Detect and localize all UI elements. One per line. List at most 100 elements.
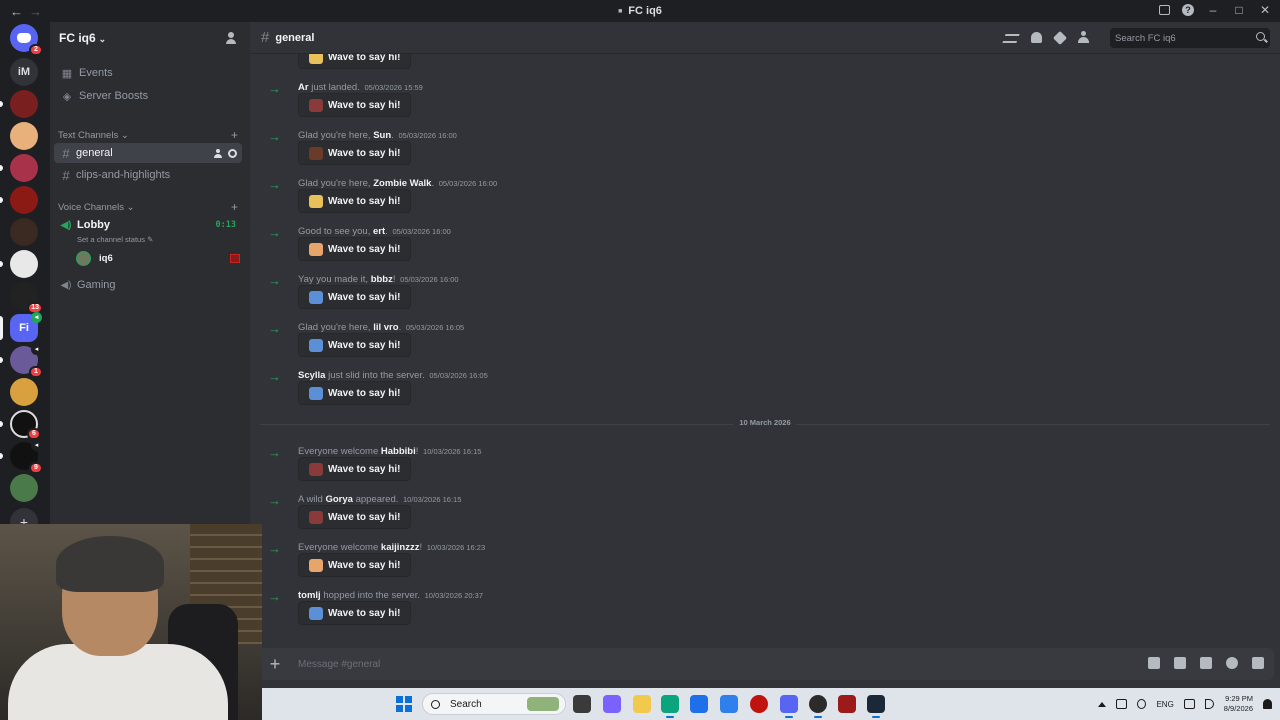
server-boosts-item[interactable]: ◈ Server Boosts (54, 86, 244, 106)
search-input[interactable] (1115, 32, 1250, 44)
server-im[interactable]: iM (10, 58, 38, 86)
gif-icon[interactable] (1174, 657, 1186, 669)
channel-name: Gaming (77, 279, 116, 291)
clock[interactable]: 9:29 PM 8/9/2026 (1224, 694, 1253, 714)
username[interactable]: Habbibi (381, 446, 416, 457)
outlook-icon[interactable] (720, 695, 738, 713)
maximize-icon[interactable]: □ (1232, 3, 1246, 17)
bell-icon[interactable] (1031, 32, 1042, 43)
wave-button[interactable]: Wave to say hi! (298, 285, 412, 309)
wave-button[interactable]: Wave to say hi! (298, 333, 412, 357)
copilot-icon[interactable] (603, 695, 621, 713)
username[interactable]: Ar (298, 82, 309, 93)
create-channel-icon[interactable]: + (231, 200, 238, 214)
tray-app-icon[interactable] (1116, 699, 1128, 709)
help-icon[interactable]: ? (1182, 4, 1194, 16)
notification-bell-icon[interactable] (1263, 699, 1272, 709)
server-icon-9[interactable]: ◂ 1 (10, 344, 43, 378)
invite-icon[interactable] (214, 148, 223, 158)
forward-arrow-icon[interactable]: → (29, 4, 42, 19)
server-fc-iq6[interactable]: Fi ◂ (10, 312, 42, 342)
server-icon-2[interactable] (10, 122, 38, 150)
wave-button[interactable]: Wave to say hi! (298, 553, 412, 577)
wave-button[interactable]: Wave to say hi! (298, 141, 412, 165)
server-icon-10[interactable] (10, 378, 38, 406)
wave-button[interactable]: Wave to say hi! (298, 505, 412, 529)
gift-icon[interactable] (1148, 657, 1160, 669)
server-icon-13[interactable] (10, 474, 38, 502)
threads-icon[interactable] (1002, 33, 1020, 43)
voice-channels-category[interactable]: Voice Channels ⌄ + (58, 200, 242, 214)
events-item[interactable]: ▦ Events (54, 63, 244, 83)
window-controls: ? – □ ✕ (1159, 3, 1272, 17)
direct-messages-button[interactable]: 2 (10, 24, 43, 56)
voice-channel-lobby[interactable]: ◀) Lobby 0:13 (54, 215, 242, 235)
language-indicator[interactable]: ENG (1156, 700, 1173, 709)
plus-icon[interactable]: + (268, 655, 282, 673)
pencil-icon: ✎ (147, 235, 154, 244)
channel-clips[interactable]: # clips-and-highlights (54, 165, 242, 185)
server-icon-5[interactable] (10, 218, 38, 246)
server-icon-7[interactable]: 13 (10, 282, 43, 314)
task-view-icon[interactable] (573, 695, 591, 713)
server-icon-3[interactable] (10, 154, 38, 182)
server-badge: 1 (29, 366, 43, 378)
username[interactable]: Scylla (298, 370, 325, 381)
create-channel-icon[interactable]: + (231, 128, 238, 142)
username[interactable]: kaijinzzz (381, 542, 420, 553)
username[interactable]: Sun (373, 130, 391, 141)
server-icon-4[interactable] (10, 186, 38, 214)
apps-icon[interactable] (1252, 657, 1264, 669)
invite-people-icon[interactable] (226, 31, 240, 45)
wave-button[interactable]: Wave to say hi! (298, 93, 412, 117)
dota-icon[interactable] (838, 695, 856, 713)
minimize-icon[interactable]: – (1206, 3, 1220, 17)
wave-button[interactable]: Wave to say hi! (298, 457, 412, 481)
wave-button[interactable]: Wave to say hi! (298, 381, 412, 405)
server-icon-11[interactable]: 6 (10, 410, 41, 440)
app-red-icon[interactable] (750, 695, 768, 713)
server-icon-1[interactable] (10, 90, 38, 118)
microphone-icon[interactable] (1137, 699, 1147, 709)
pin-icon[interactable] (1052, 30, 1068, 46)
file-explorer-icon[interactable] (633, 695, 651, 713)
emoji-icon[interactable] (1226, 657, 1238, 669)
search-box[interactable] (1110, 28, 1270, 48)
username[interactable]: lil vro (373, 322, 398, 333)
sticker-icon[interactable] (1200, 657, 1212, 669)
network-icon[interactable] (1183, 699, 1195, 709)
text-channels-category[interactable]: Text Channels ⌄ + (58, 128, 242, 142)
volume-icon[interactable] (1204, 699, 1214, 709)
discord-taskbar-icon[interactable] (780, 695, 798, 718)
taskbar-search[interactable]: Search (422, 693, 566, 715)
voice-channel-gaming[interactable]: ◀) Gaming (54, 275, 242, 295)
message-input[interactable] (298, 658, 998, 670)
message-prefix: Glad you're here, (298, 130, 374, 141)
show-hidden-icons-icon[interactable] (1098, 701, 1107, 707)
server-icon-6[interactable] (10, 250, 38, 278)
gear-icon[interactable] (228, 148, 237, 158)
back-arrow-icon[interactable]: ← (10, 4, 23, 19)
voice-member[interactable]: iq6 (76, 249, 240, 267)
inbox-icon[interactable] (1159, 5, 1170, 15)
close-icon[interactable]: ✕ (1258, 3, 1272, 17)
wave-button[interactable]: Wave to say hi! (298, 237, 412, 261)
channel-status[interactable]: Set a channel status ✎ (77, 235, 153, 244)
steam-icon[interactable] (867, 695, 885, 718)
wave-button[interactable]: Wave to say hi! (298, 601, 412, 625)
wave-button[interactable]: Wave to say hi! (298, 54, 412, 69)
members-icon[interactable] (1078, 31, 1092, 43)
username[interactable]: ert (373, 226, 385, 237)
server-icon-12[interactable]: ◂ 9 (10, 440, 43, 474)
wave-button[interactable]: Wave to say hi! (298, 189, 412, 213)
windows-start-icon[interactable] (396, 696, 412, 712)
channel-general[interactable]: # general (54, 143, 242, 163)
username[interactable]: bbbz (371, 274, 393, 285)
username[interactable]: tomlj (298, 590, 321, 601)
username[interactable]: Gorya (325, 494, 352, 505)
store-icon[interactable] (690, 695, 708, 713)
guild-header[interactable]: FC iq6 ⌄ (50, 22, 250, 54)
username[interactable]: Zombie Walk (373, 178, 431, 189)
edge-icon[interactable] (661, 695, 679, 718)
app-dark-icon[interactable] (809, 695, 827, 718)
